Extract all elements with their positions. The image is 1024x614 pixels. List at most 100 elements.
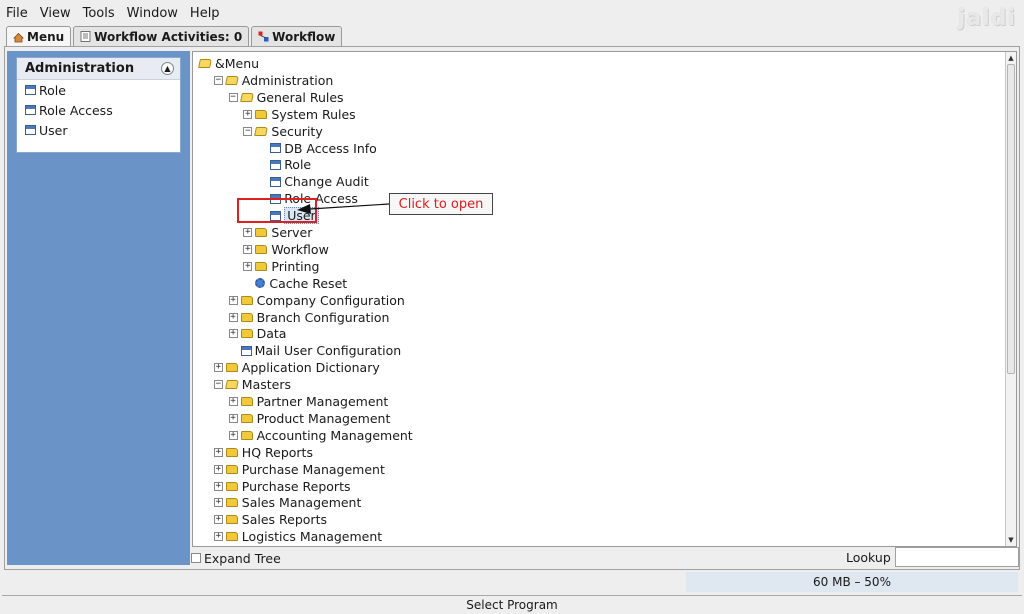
tree-node-accounting-management[interactable]: + Accounting Management [228,427,413,444]
checkbox-icon[interactable] [191,553,201,563]
collapse-icon[interactable]: ▲ [161,62,174,75]
tree-node-cache-reset[interactable]: Cache Reset [243,275,347,292]
tree-node-logistics-management[interactable]: + Logistics Management [213,528,383,545]
memory-indicator[interactable]: 60 MB – 50% [686,572,1018,592]
folder-icon [240,430,253,440]
tab-workflow-activities-label: Workflow Activities: 0 [94,29,243,44]
window-icon [25,105,36,115]
expand-node-icon[interactable]: + [243,244,253,254]
tree-node-label: Mail User Configuration [254,343,402,359]
folder-icon [255,261,268,271]
tree-node-role[interactable]: Role [258,156,311,173]
folder-icon [255,228,268,237]
expand-node-icon[interactable]: + [228,413,238,423]
expand-node-icon[interactable]: + [243,228,253,237]
tree-node-server[interactable]: + Server [243,224,312,241]
folder-icon [225,515,238,525]
expand-node-icon[interactable]: + [228,312,238,322]
collapse-node-icon[interactable]: − [228,92,238,102]
folder-icon [225,447,238,457]
window-icon [270,159,282,170]
folder-icon [240,312,253,322]
tree-node-partner-management[interactable]: + Partner Management [228,393,388,410]
expand-node-icon[interactable]: + [228,430,238,440]
folder-icon [225,363,238,373]
tree-node-purchase-management[interactable]: + Purchase Management [213,461,385,478]
folder-open-icon [239,92,254,102]
collapse-node-icon[interactable]: − [213,380,223,390]
expand-node-icon[interactable]: + [228,329,238,339]
tab-workflow-activities[interactable]: Workflow Activities: 0 [73,26,250,46]
jaldi-logo: jaldi [957,6,1016,31]
tree-node-label: General Rules [256,89,344,105]
menu-bar: File View Tools Window Help [0,0,1024,26]
expand-node-icon[interactable]: + [243,109,253,119]
tree-node-workflow[interactable]: + Workflow [243,241,329,258]
folder-icon [240,413,253,423]
expand-node-icon[interactable]: + [213,447,223,457]
tree-node-label: Masters [241,377,291,393]
tree-node-label: Logistics Management [241,529,383,545]
scroll-up-icon[interactable]: ▲ [1006,52,1016,64]
scroll-thumb[interactable] [1007,64,1015,374]
tree-node-sales-reports[interactable]: + Sales Reports [213,511,327,528]
expand-node-icon[interactable]: + [213,363,223,373]
scroll-down-icon[interactable]: ▼ [1006,534,1016,546]
sidebar-item-role-access[interactable]: Role Access [17,100,180,120]
expand-node-icon[interactable]: + [228,397,238,406]
tree-node-db-access-info[interactable]: DB Access Info [258,140,377,157]
tab-menu[interactable]: Menu [6,26,72,47]
tree-node-label: Company Configuration [256,292,405,308]
tab-workflow[interactable]: Workflow [251,26,343,46]
window-icon [270,143,282,153]
expand-node-icon[interactable]: + [213,464,223,474]
tree-node-company-configuration[interactable]: + Company Configuration [228,292,405,309]
tree-node-system-rules[interactable]: + System Rules [243,106,356,123]
sidebar-item-role[interactable]: Role [17,80,180,100]
tree-scrollbar[interactable]: ▲ ▼ [1005,52,1016,546]
tree-node-data[interactable]: + Data [228,325,286,342]
tree-node-administration[interactable]: − Administration [213,72,333,89]
tree-node-label: Security [271,123,323,139]
collapse-node-icon[interactable]: − [243,126,253,136]
expand-tree-checkbox[interactable]: Expand Tree [191,549,281,567]
workflow-icon [258,31,269,42]
tree-node-sales-management[interactable]: + Sales Management [213,494,362,511]
lookup-label: Lookup [846,550,891,565]
expand-node-icon[interactable]: + [213,515,223,525]
sidebar: Administration ▲ Role Role Access User [7,51,190,565]
lookup-input[interactable] [895,547,1019,567]
tree-node-general-rules[interactable]: − General Rules [228,89,344,106]
menu-file[interactable]: File [6,6,28,21]
expand-node-icon[interactable]: + [213,532,223,542]
tree-node-masters[interactable]: − Masters [213,376,291,393]
menu-window[interactable]: Window [127,6,178,21]
expand-node-icon[interactable]: + [243,261,253,271]
tree-node-application-dictionary[interactable]: + Application Dictionary [213,359,380,376]
tree-node-product-management[interactable]: + Product Management [228,410,390,427]
expand-node-icon[interactable]: + [213,481,223,491]
tree-node-printing[interactable]: + Printing [243,258,319,275]
menu-view[interactable]: View [40,6,71,21]
collapse-node-icon[interactable]: − [213,75,223,85]
sidebar-item-user[interactable]: User [17,120,180,140]
tree-node-security[interactable]: − Security [243,123,323,140]
tree-node-mail-user-configuration[interactable]: Mail User Configuration [229,342,402,359]
tree-node-hq-reports[interactable]: + HQ Reports [213,444,313,461]
tab-workflow-label: Workflow [272,29,336,44]
expand-node-icon[interactable]: + [213,498,223,508]
tree-node-purchase-reports[interactable]: + Purchase Reports [213,478,350,495]
administration-header[interactable]: Administration ▲ [17,58,180,80]
menu-help[interactable]: Help [190,6,220,21]
tree-node-change-audit[interactable]: Change Audit [258,173,369,190]
tree-node-menu[interactable]: &Menu [198,55,259,72]
tree-node-label: Logistics Reports [242,546,348,547]
tree-node-logistics-reports[interactable]: +Logistics Reports [214,545,348,547]
menu-tools[interactable]: Tools [83,6,115,21]
tree-node-branch-configuration[interactable]: + Branch Configuration [228,309,389,326]
tree-node-label: Sales Management [241,495,362,511]
expand-node-icon[interactable]: + [228,295,238,305]
tree-node-label: Workflow [271,241,329,257]
administration-title: Administration [25,61,135,76]
folder-icon [240,397,253,406]
